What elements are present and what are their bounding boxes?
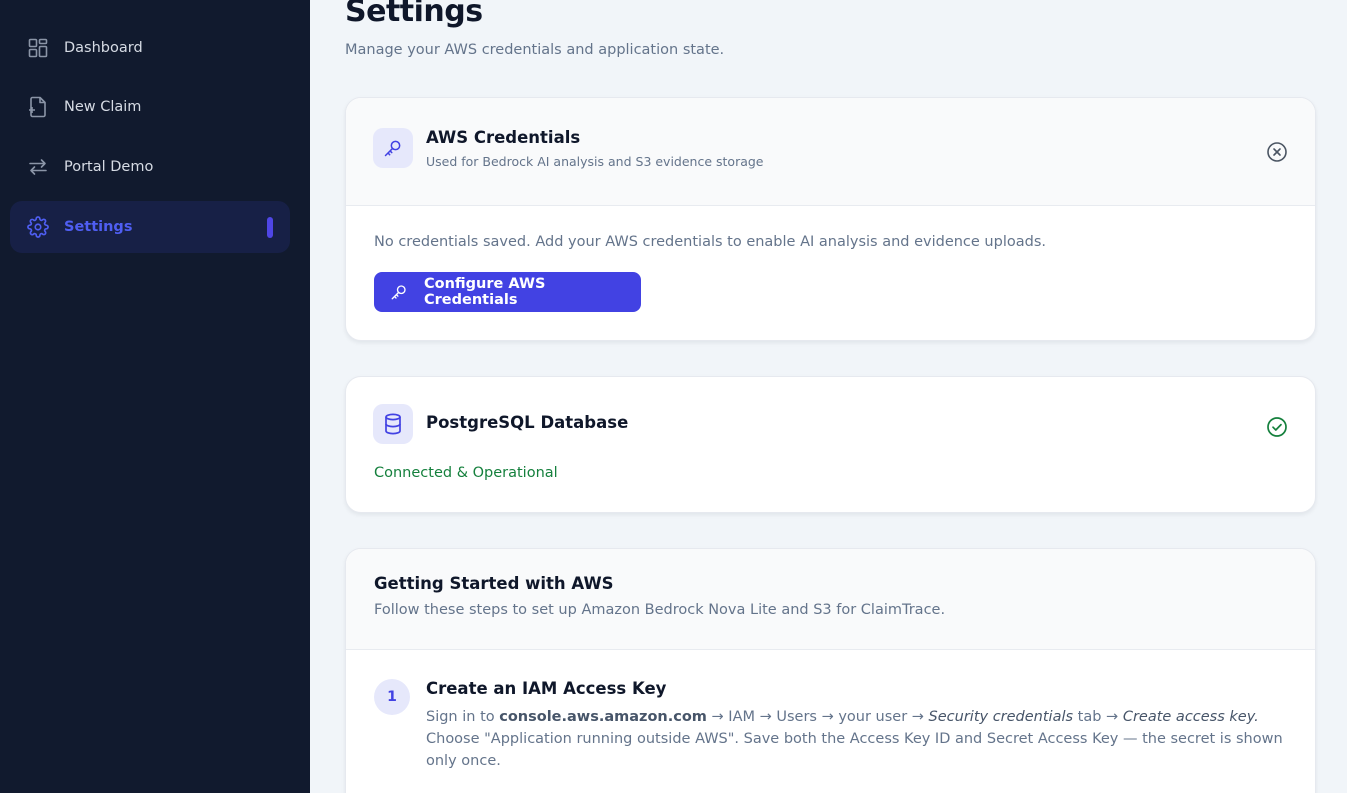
sidebar-item-label: Portal Demo: [64, 159, 154, 175]
step-title: Create an IAM Access Key: [426, 679, 667, 698]
main-content: Settings Manage your AWS credentials and…: [310, 0, 1347, 793]
card-subtitle: Follow these steps to set up Amazon Bedr…: [374, 602, 946, 618]
x-circle-icon: [1266, 141, 1288, 167]
aws-console-link: console.aws.amazon.com: [499, 709, 707, 725]
gear-icon: [27, 216, 49, 238]
card-title: AWS Credentials: [426, 128, 581, 147]
sidebar: Dashboard New Claim Portal Demo Settings: [0, 0, 310, 793]
credentials-message: No credentials saved. Add your AWS crede…: [374, 234, 1046, 250]
dashboard-icon: [27, 37, 49, 59]
step-description: Sign in to console.aws.amazon.com → IAM …: [426, 709, 1283, 769]
card-title: Getting Started with AWS: [374, 574, 614, 593]
configure-aws-credentials-button[interactable]: Configure AWS Credentials: [374, 272, 641, 312]
active-indicator: [267, 217, 273, 238]
sidebar-item-label: Dashboard: [64, 40, 143, 56]
step-number: 1: [374, 679, 410, 715]
page-subtitle: Manage your AWS credentials and applicat…: [345, 42, 725, 58]
sidebar-item-dashboard[interactable]: Dashboard: [10, 22, 290, 74]
key-icon: [373, 128, 413, 168]
key-icon: [390, 283, 408, 301]
sidebar-item-portal-demo[interactable]: Portal Demo: [10, 141, 290, 193]
page-title: Settings: [345, 0, 483, 29]
divider: [346, 205, 1315, 206]
sidebar-item-label: Settings: [64, 219, 133, 235]
card-title: PostgreSQL Database: [426, 413, 629, 432]
aws-credentials-card: AWS Credentials Used for Bedrock AI anal…: [345, 97, 1316, 341]
sidebar-item-new-claim[interactable]: New Claim: [10, 81, 290, 133]
sidebar-item-label: New Claim: [64, 99, 142, 115]
step-item: 1 Create an IAM Access Key Sign in to co…: [346, 649, 1315, 793]
card-subtitle: Used for Bedrock AI analysis and S3 evid…: [426, 154, 764, 169]
sidebar-item-settings[interactable]: Settings: [10, 201, 290, 253]
connection-status: Connected & Operational: [374, 465, 558, 481]
postgresql-card: PostgreSQL Database Connected & Operatio…: [345, 376, 1316, 513]
check-circle-icon: [1266, 416, 1288, 442]
arrows-swap-icon: [27, 156, 49, 178]
button-label: Configure AWS Credentials: [424, 276, 546, 308]
database-icon: [373, 404, 413, 444]
getting-started-card: Getting Started with AWS Follow these st…: [345, 548, 1316, 793]
card-header: [346, 98, 1315, 205]
file-plus-icon: [27, 96, 49, 118]
card-header: [346, 549, 1315, 649]
